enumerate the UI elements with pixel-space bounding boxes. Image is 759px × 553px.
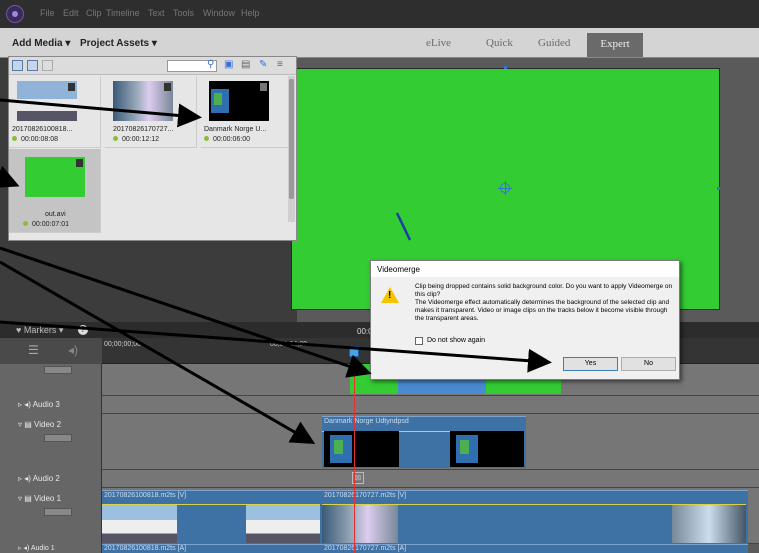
arrow-to-video2	[0, 260, 316, 445]
arrow-to-asset	[0, 98, 202, 128]
arrow-to-yes	[0, 320, 552, 373]
arrow-to-clip	[0, 246, 372, 378]
annotation-arrows	[0, 98, 552, 445]
arrow-to-out-avi	[0, 165, 20, 188]
